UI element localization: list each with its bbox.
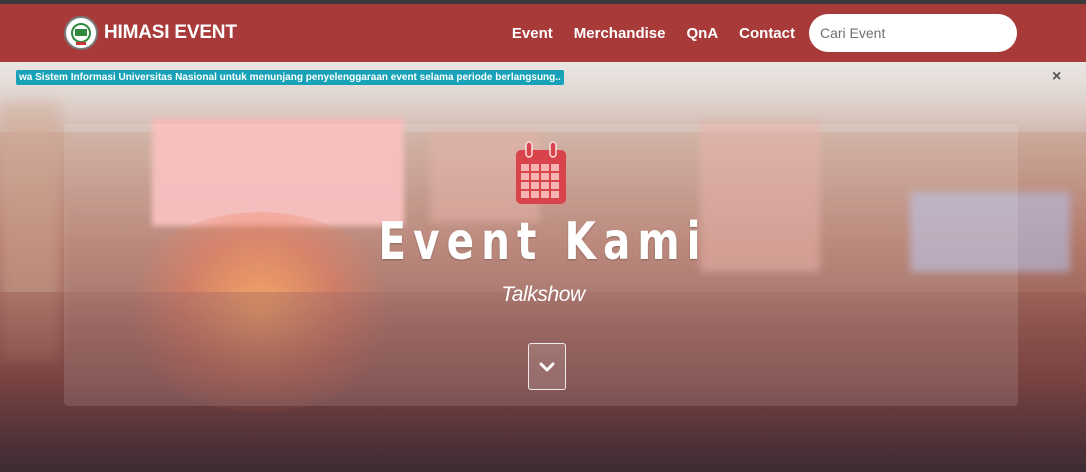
nav-link-contact[interactable]: Contact [739,25,795,42]
scroll-down-button[interactable] [528,343,566,390]
chevron-down-icon [539,362,555,371]
hero-subtitle: Talkshow [501,283,585,306]
nav-link-qna[interactable]: QnA [686,25,718,42]
hero-title: Event Kami [378,212,708,272]
navbar: HIMASI EVENT Event Merchandise QnA Conta… [0,4,1086,62]
nav-link-event[interactable]: Event [512,25,553,42]
nav-links: Event Merchandise QnA Contact [491,4,795,62]
announcement-ticker: wa Sistem Informasi Universitas Nasional… [16,70,564,85]
hero-section: Event Kami Talkshow wa Sistem Informasi … [0,62,1086,472]
brand-name: HIMASI EVENT [104,22,237,43]
close-icon[interactable]: × [1052,68,1061,86]
himasi-logo [64,16,98,50]
search-input[interactable] [809,14,1017,52]
nav-link-merchandise[interactable]: Merchandise [574,25,666,42]
calendar-icon [516,141,566,204]
brand-link[interactable]: HIMASI EVENT [64,13,237,53]
